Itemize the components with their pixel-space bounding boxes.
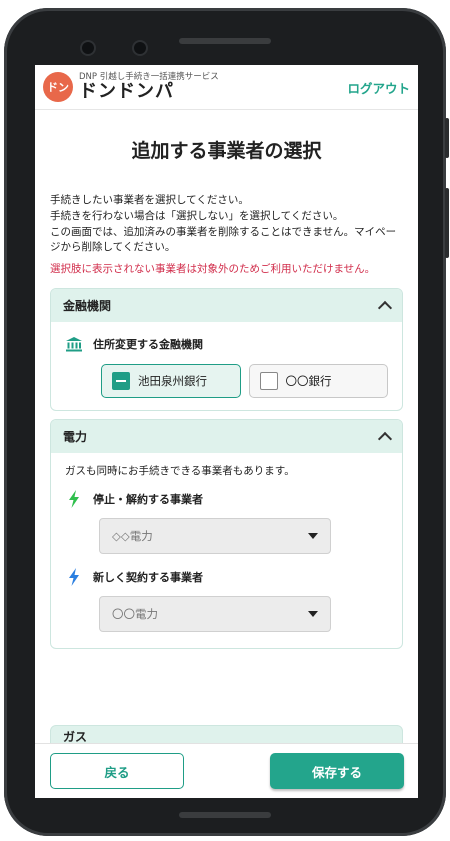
option-label: 〇〇銀行 [285,373,332,388]
chevron-up-icon[interactable] [377,431,393,446]
power-note: ガスも同時にお手続きできる事業者もあります。 [65,464,295,477]
power-section: 電力 ガスも同時にお手続きできる事業者もあります。 停止・解約する事業者 ◇◇電… [50,418,403,649]
finance-options: 池田泉州銀行 〇〇銀行 [101,363,388,398]
camera-right [134,42,146,54]
bank-icon [65,336,83,352]
power-section-body: ガスも同時にお手続きできる事業者もあります。 停止・解約する事業者 ◇◇電力 新… [51,453,402,648]
new-provider-value: 〇〇電力 [112,606,158,621]
back-button[interactable]: 戻る [50,753,184,789]
speaker-top [179,38,271,44]
stop-provider-label: 停止・解約する事業者 [93,492,203,506]
phone-frame: ドン DNP 引越し手続き一括連携サービス ドンドンパ ログアウト 追加する事業… [4,8,449,836]
logo-icon: ドン [43,72,73,102]
description-3: この画面では、追加済みの事業者を削除することはできません。マイページから削除して… [50,225,397,254]
service-name: DNP 引越し手続き一括連携サービス [79,71,219,82]
dropdown-caret-icon [308,610,318,617]
stop-provider-select[interactable]: ◇◇電力 [99,517,331,554]
logout-link[interactable]: ログアウト [347,78,410,97]
checkbox-empty-icon [259,371,278,390]
app-header: ドン DNP 引越し手続き一括連携サービス ドンドンパ ログアウト [35,65,418,110]
finance-subtitle: 住所変更する金融機関 [93,337,203,351]
brand: DNP 引越し手続き一括連携サービス ドンドンパ [79,73,219,102]
dropdown-caret-icon [308,532,318,539]
lightning-icon [65,567,83,586]
description-2: 手続きを行わない場合は「選択しない」を選択してください。 [50,209,344,222]
app-screen: ドン DNP 引越し手続き一括連携サービス ドンドンパ ログアウト 追加する事業… [35,65,418,798]
power-section-header[interactable]: 電力 [51,419,402,453]
save-button[interactable]: 保存する [270,753,404,789]
option-ikeda-senshu-bank[interactable]: 池田泉州銀行 [101,363,241,398]
new-provider-row: 新しく契約する事業者 [65,567,388,586]
finance-subtitle-row: 住所変更する金融機関 [65,336,388,352]
warning-text: 選択肢に表示されない事業者は対象外のためご利用いただけません。 [50,263,376,275]
new-provider-label: 新しく契約する事業者 [93,570,203,584]
power-section-title: 電力 [63,429,88,444]
speaker-bottom [179,812,271,818]
stop-provider-value: ◇◇電力 [112,528,153,543]
side-button-volume [445,188,449,258]
page-title: 追加する事業者の選択 [131,140,322,162]
gas-section-title: ガス [63,730,88,744]
finance-section-title: 金融機関 [63,298,112,313]
chevron-up-icon[interactable] [377,300,393,315]
finance-section-header[interactable]: 金融機関 [51,288,402,322]
finance-section: 金融機関 住所変更する金融機関 池田泉州銀行 〇〇銀行 [50,287,403,411]
brand-name: ドンドンパ [79,81,174,103]
stop-provider-row: 停止・解約する事業者 [65,489,388,508]
finance-section-body: 住所変更する金融機関 池田泉州銀行 〇〇銀行 [51,322,402,410]
option-other-bank[interactable]: 〇〇銀行 [248,363,388,398]
camera-left [82,42,94,54]
footer-bar: 戻る 保存する [35,743,418,798]
checkbox-checked-icon [112,371,130,390]
option-label: 池田泉州銀行 [138,373,207,388]
description-1: 手続きしたい事業者を選択してください。 [50,194,249,206]
new-provider-select[interactable]: 〇〇電力 [99,595,331,632]
lightning-icon [65,489,83,508]
side-button [445,118,449,158]
main-content: 追加する事業者の選択 手続きしたい事業者を選択してください。 手続きを行わない場… [35,136,418,649]
